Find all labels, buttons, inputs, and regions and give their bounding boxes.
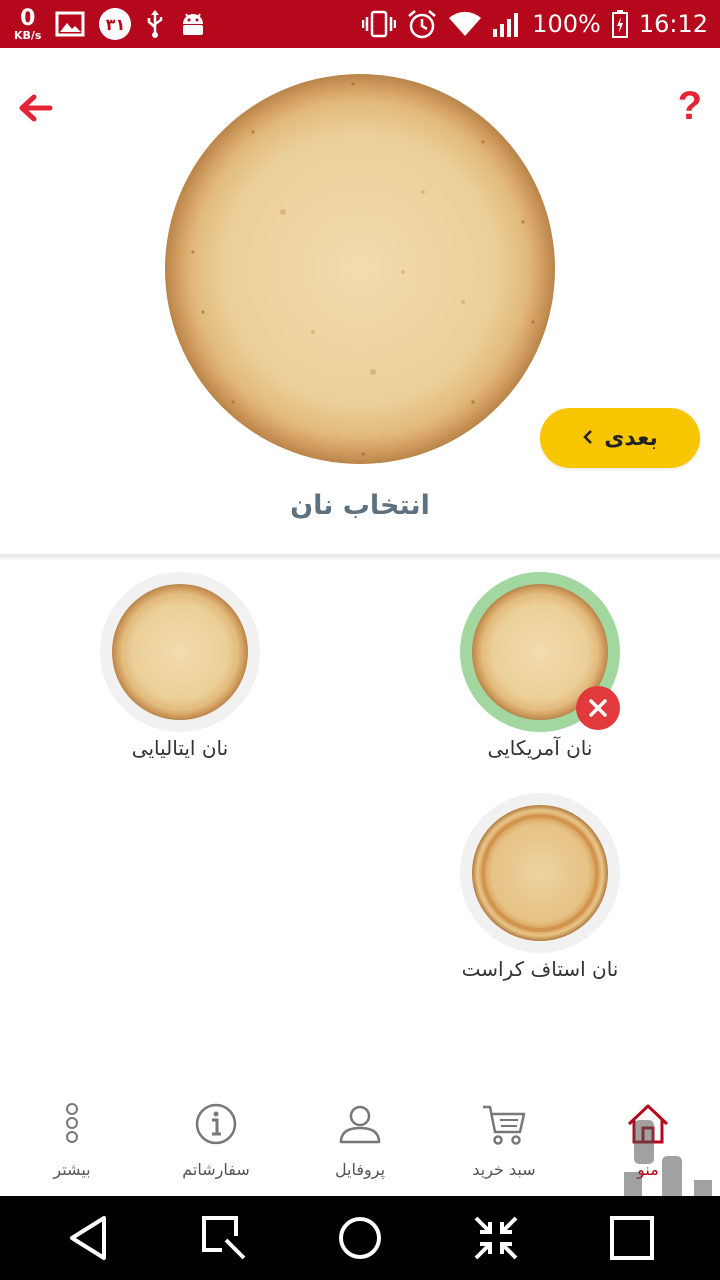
nav-label: سبد خرید: [472, 1160, 536, 1179]
system-home-button[interactable]: [332, 1210, 388, 1266]
nav-item-more[interactable]: بیشتر: [0, 1090, 144, 1196]
page-title: انتخاب نان: [290, 490, 430, 521]
system-navigation-bar: [0, 1196, 720, 1280]
next-label: بعدی: [604, 425, 658, 451]
status-right: 100% 16:12: [362, 0, 708, 48]
nav-item-orders[interactable]: سفارشاتم: [144, 1090, 288, 1196]
system-search-button[interactable]: [196, 1210, 252, 1266]
usb-icon: [145, 9, 165, 39]
wifi-icon: [448, 10, 482, 38]
net-speed-value: 0: [20, 5, 36, 31]
signal-icon: [492, 10, 522, 38]
clock: 16:12: [638, 10, 708, 38]
calendar-badge: ۳۱: [99, 8, 132, 40]
remove-selection-button[interactable]: [576, 686, 620, 730]
nav-label: بیشتر: [53, 1160, 91, 1179]
nav-item-profile[interactable]: پروفایل: [288, 1090, 432, 1196]
crust-option-label: نان استاف کراست: [461, 957, 619, 981]
crust-option-stuffed[interactable]: نان استاف کراست: [440, 793, 640, 993]
battery-percent: 100%: [532, 10, 601, 38]
crust-option-label: نان ایتالیایی: [131, 736, 229, 760]
triangle-back-icon: [70, 1216, 106, 1260]
square-recents-icon: [610, 1216, 654, 1260]
system-back-button[interactable]: [62, 1210, 118, 1266]
search-square-icon: [202, 1216, 246, 1260]
net-speed: 0 KB/s: [14, 5, 42, 42]
profile-icon: [337, 1102, 383, 1150]
circle-home-icon: [339, 1217, 381, 1259]
divider: [0, 554, 720, 557]
battery-charging-icon: [611, 9, 629, 39]
crust-option-italian[interactable]: نان ایتالیایی: [80, 572, 280, 772]
help-button[interactable]: ?: [678, 84, 702, 129]
gallery-icon: [55, 11, 85, 37]
crust-thumbnail: [112, 584, 248, 720]
chevron-left-icon: [582, 426, 594, 451]
system-collapse-button[interactable]: [468, 1210, 524, 1266]
system-recents-button[interactable]: [604, 1210, 660, 1266]
net-speed-unit: KB/s: [14, 28, 42, 42]
selected-crust-image: [163, 72, 557, 466]
nav-label: سفارشاتم: [182, 1160, 250, 1179]
bottom-navigation: منو سبد خرید پروفایل سفارشاتم بیشتر: [0, 1090, 720, 1196]
cart-icon: [480, 1102, 528, 1150]
arrow-left-icon: [19, 94, 53, 122]
status-bar: 0 KB/s ۳۱ 100% 16:12: [0, 0, 720, 48]
nav-item-cart[interactable]: سبد خرید: [432, 1090, 576, 1196]
next-button[interactable]: بعدی: [540, 408, 700, 468]
alarm-icon: [406, 8, 438, 40]
more-icon: [62, 1102, 82, 1150]
crust-option-label: نان آمریکایی: [487, 736, 593, 760]
crust-thumbnail: [472, 805, 608, 941]
android-icon: [179, 10, 207, 38]
info-icon: [193, 1102, 239, 1150]
back-button[interactable]: [16, 90, 56, 126]
vibrate-icon: [362, 9, 397, 39]
status-left: 0 KB/s ۳۱: [14, 0, 207, 48]
nav-label: پروفایل: [334, 1160, 386, 1179]
close-icon: [589, 699, 607, 717]
collapse-arrows-icon: [474, 1216, 518, 1260]
crust-option-american[interactable]: نان آمریکایی: [440, 572, 640, 772]
